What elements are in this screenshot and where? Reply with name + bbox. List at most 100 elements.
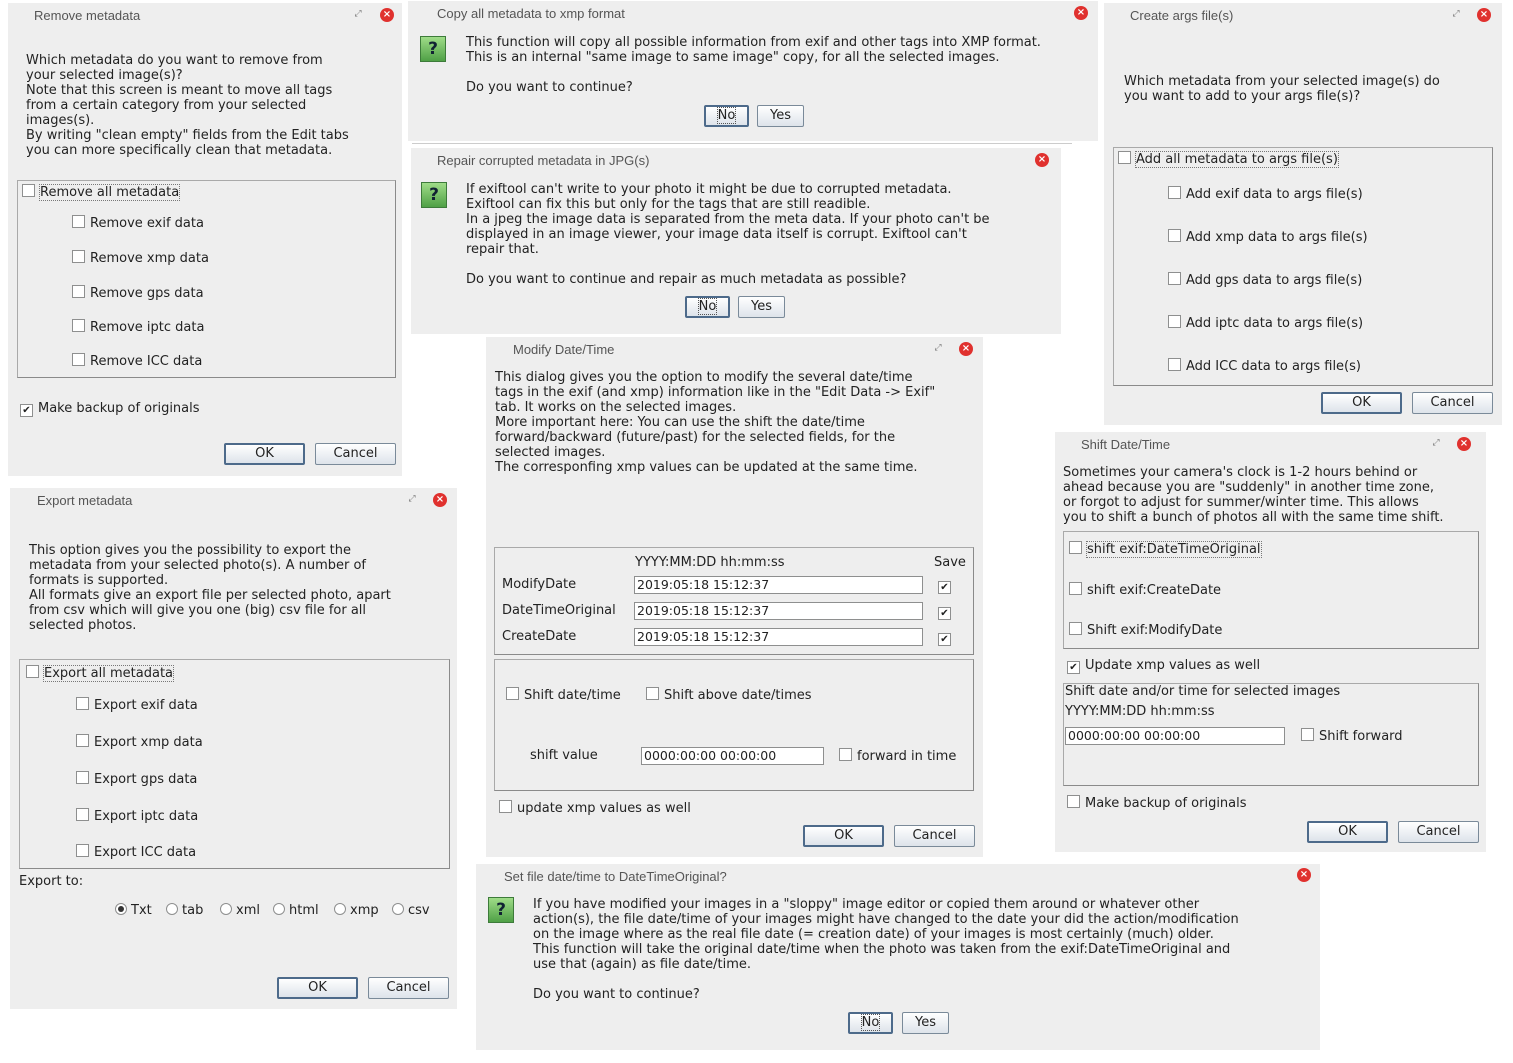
export-xmp-checkbox[interactable]: Export xmp data [76,734,203,751]
cancel-button[interactable]: Cancel [315,443,396,465]
title-bar[interactable]: Repair corrupted metadata in JPG(s) × [411,148,1061,174]
format-csv-radio[interactable]: csv [392,903,430,919]
dialog-title: Copy all metadata to xmp format [437,6,625,21]
title-bar[interactable]: Create args file(s) ⤢ × [1104,3,1502,29]
save-header: Save [934,555,966,570]
check-icon: ✔ [1067,661,1080,674]
radio-label: Txt [131,903,152,918]
datetimeoriginal-field[interactable]: 2019:05:18 15:12:37 [634,602,923,620]
radio-dot [273,903,285,915]
shift-value-field[interactable]: 0000:00:00 00:00:00 [1065,727,1285,745]
yes-button[interactable]: Yes [738,296,785,318]
title-bar[interactable]: Modify Date/Time ⤢ × [486,337,983,363]
export-exif-checkbox[interactable]: Export exif data [76,697,198,714]
shift-above-checkbox[interactable]: Shift above date/times [646,687,812,704]
remove-gps-checkbox[interactable]: Remove gps data [72,285,204,302]
cancel-button[interactable]: Cancel [1412,392,1493,414]
close-icon[interactable]: × [380,8,394,22]
remove-icc-checkbox[interactable]: Remove ICC data [72,353,202,370]
ok-button[interactable]: OK [277,977,358,999]
radio-dot [166,903,178,915]
datetimeoriginal-label: DateTimeOriginal [502,603,616,618]
no-button[interactable]: No [685,296,730,318]
close-icon[interactable]: × [1477,8,1491,22]
shift-modifydate-checkbox[interactable]: Shift exif:ModifyDate [1069,622,1222,639]
no-button[interactable]: No [848,1012,893,1034]
remove-all-checkbox[interactable]: Remove all metadata [22,184,181,201]
restore-icon[interactable]: ⤢ [932,342,944,354]
dialog-message: This dialog gives you the option to modi… [495,370,936,475]
format-txt-radio[interactable]: Txt [115,903,152,919]
ok-button[interactable]: OK [803,825,884,847]
dialog-message: This function will copy all possible inf… [466,35,1041,95]
restore-icon[interactable]: ⤢ [352,8,364,20]
checkbox-label: Shift above date/times [664,688,812,703]
format-xml-radio[interactable]: xml [220,903,260,919]
copy-xmp-dialog: Copy all metadata to xmp format × ? This… [408,1,1098,141]
shift-forward-checkbox[interactable]: Shift forward [1301,728,1403,745]
update-xmp-checkbox[interactable]: update xmp values as well [499,800,691,817]
update-xmp-checkbox[interactable]: ✔ Update xmp values as well [1067,658,1260,674]
save-datetimeoriginal-checkbox[interactable]: ✔ [938,604,956,620]
restore-icon[interactable]: ⤢ [406,493,418,505]
add-iptc-checkbox[interactable]: Add iptc data to args file(s) [1168,315,1363,332]
export-all-checkbox[interactable]: Export all metadata [26,665,175,682]
add-exif-checkbox[interactable]: Add exif data to args file(s) [1168,186,1363,203]
shift-datetime-checkbox[interactable]: Shift date/time [506,687,621,704]
remove-xmp-checkbox[interactable]: Remove xmp data [72,250,209,267]
button-label: No [697,298,718,315]
cancel-button[interactable]: Cancel [368,977,449,999]
checkbox-label: Remove exif data [90,216,204,231]
ok-button[interactable]: OK [224,443,305,465]
remove-iptc-checkbox[interactable]: Remove iptc data [72,319,204,336]
add-all-checkbox[interactable]: Add all metadata to args file(s) [1118,151,1339,168]
title-bar[interactable]: Export metadata ⤢ × [10,488,457,514]
close-icon[interactable]: × [1297,868,1311,882]
checkbox-label: Shift exif:ModifyDate [1087,623,1223,638]
checkbox-box [76,771,89,784]
close-icon[interactable]: × [1457,437,1471,451]
ok-button[interactable]: OK [1321,392,1402,414]
cancel-button[interactable]: Cancel [1398,821,1479,843]
remove-exif-checkbox[interactable]: Remove exif data [72,215,204,232]
shift-datetimeoriginal-checkbox[interactable]: shift exif:DateTimeOriginal [1069,541,1262,558]
title-bar[interactable]: Shift Date/Time ⤢ × [1055,432,1486,458]
no-button[interactable]: No [704,105,749,127]
title-bar[interactable]: Copy all metadata to xmp format × [408,1,1098,27]
add-xmp-checkbox[interactable]: Add xmp data to args file(s) [1168,229,1368,246]
yes-button[interactable]: Yes [757,105,804,127]
close-icon[interactable]: × [959,342,973,356]
cancel-button[interactable]: Cancel [894,825,975,847]
make-backup-checkbox[interactable]: Make backup of originals [1067,795,1247,812]
close-icon[interactable]: × [1035,153,1049,167]
forward-in-time-checkbox[interactable]: forward in time [839,748,956,765]
close-icon[interactable]: × [1074,6,1088,20]
save-modifydate-checkbox[interactable]: ✔ [938,578,956,594]
checkbox-box [1067,795,1080,808]
export-iptc-checkbox[interactable]: Export iptc data [76,808,198,825]
export-gps-checkbox[interactable]: Export gps data [76,771,197,788]
format-xmp-radio[interactable]: xmp [334,903,379,919]
shift-value-label: shift value [530,748,598,763]
make-backup-checkbox[interactable]: ✔ Make backup of originals [20,401,200,417]
checkbox-box [72,319,85,332]
ok-button[interactable]: OK [1307,821,1388,843]
restore-icon[interactable]: ⤢ [1430,437,1442,449]
title-bar[interactable]: Set file date/time to DateTimeOriginal? … [476,864,1320,890]
save-createdate-checkbox[interactable]: ✔ [938,630,956,646]
format-tab-radio[interactable]: tab [166,903,203,919]
radio-label: tab [182,903,204,918]
title-bar[interactable]: Remove metadata ⤢ × [8,3,402,29]
add-gps-checkbox[interactable]: Add gps data to args file(s) [1168,272,1362,289]
shift-createdate-checkbox[interactable]: shift exif:CreateDate [1069,582,1221,599]
yes-button[interactable]: Yes [902,1012,949,1034]
format-html-radio[interactable]: html [273,903,319,919]
shift-value-field[interactable]: 0000:00:00 00:00:00 [641,747,824,765]
export-icc-checkbox[interactable]: Export ICC data [76,844,196,861]
modifydate-field[interactable]: 2019:05:18 15:12:37 [634,576,923,594]
add-icc-checkbox[interactable]: Add ICC data to args file(s) [1168,358,1361,375]
close-icon[interactable]: × [433,493,447,507]
restore-icon[interactable]: ⤢ [1450,8,1462,20]
createdate-field[interactable]: 2019:05:18 15:12:37 [634,628,923,646]
check-icon: ✔ [938,633,951,646]
